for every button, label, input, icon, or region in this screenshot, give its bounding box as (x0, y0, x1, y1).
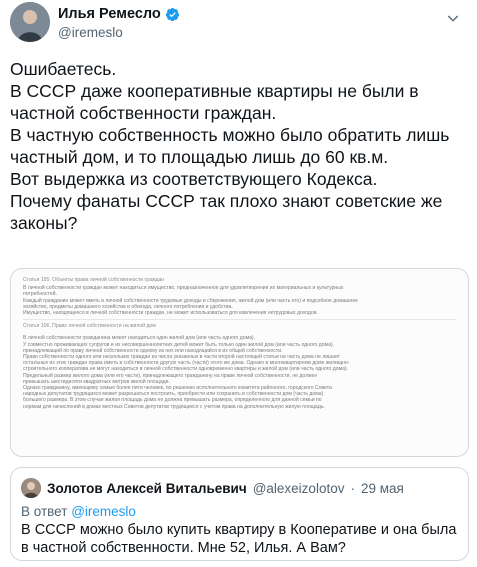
reply-prefix: В ответ (21, 504, 68, 519)
tweet-paragraph: Ошибаетесь. (10, 59, 117, 79)
reply-handle-link[interactable]: @iremeslo (71, 504, 136, 519)
document-text: Статья 105. Объекты права личной собстве… (11, 269, 468, 416)
document-line: нормам для начислений в домах местных Со… (23, 403, 325, 410)
attached-document-image[interactable]: Статья 105. Объекты права личной собстве… (10, 268, 469, 457)
tweet-paragraph: Почему фанаты СССР так плохо знают совет… (10, 191, 443, 233)
quoted-author-avatar[interactable] (21, 478, 41, 498)
author-avatar[interactable] (10, 2, 50, 42)
quoted-author-handle[interactable]: @alexeizolotov (253, 481, 345, 496)
document-divider (23, 319, 456, 321)
document-article-heading: Статья 106. Право личной собственности н… (23, 323, 156, 330)
tweet-paragraph: В частную собственность можно было обрат… (10, 125, 450, 167)
quoted-date[interactable]: 29 мая (361, 481, 404, 496)
quoted-text: В СССР можно было купить квартиру в Кооп… (21, 522, 457, 556)
tweet-text: Ошибаетесь. В СССР даже кооперативные кв… (10, 58, 470, 234)
author-handle[interactable]: @iremeslo (58, 25, 123, 40)
chevron-down-icon[interactable] (445, 10, 461, 26)
tweet-paragraph: В СССР даже кооперативные квартиры не бы… (10, 81, 419, 123)
quoted-tweet[interactable]: Золотов Алексей Витальевич @alexeizoloto… (10, 467, 469, 561)
dot-separator: · (350, 480, 355, 496)
quoted-author-name[interactable]: Золотов Алексей Витальевич (47, 481, 247, 496)
author-name[interactable]: Илья Ремесло (58, 6, 161, 22)
document-line: Имущество, находящееся в личной собствен… (23, 310, 318, 317)
tweet-paragraph: Вот выдержка из соответствующего Кодекса… (10, 169, 378, 189)
reply-context: В ответ @iremeslo (21, 504, 136, 519)
document-article-heading: Статья 105. Объекты права личной собстве… (23, 277, 165, 283)
verified-badge-icon (165, 7, 179, 21)
